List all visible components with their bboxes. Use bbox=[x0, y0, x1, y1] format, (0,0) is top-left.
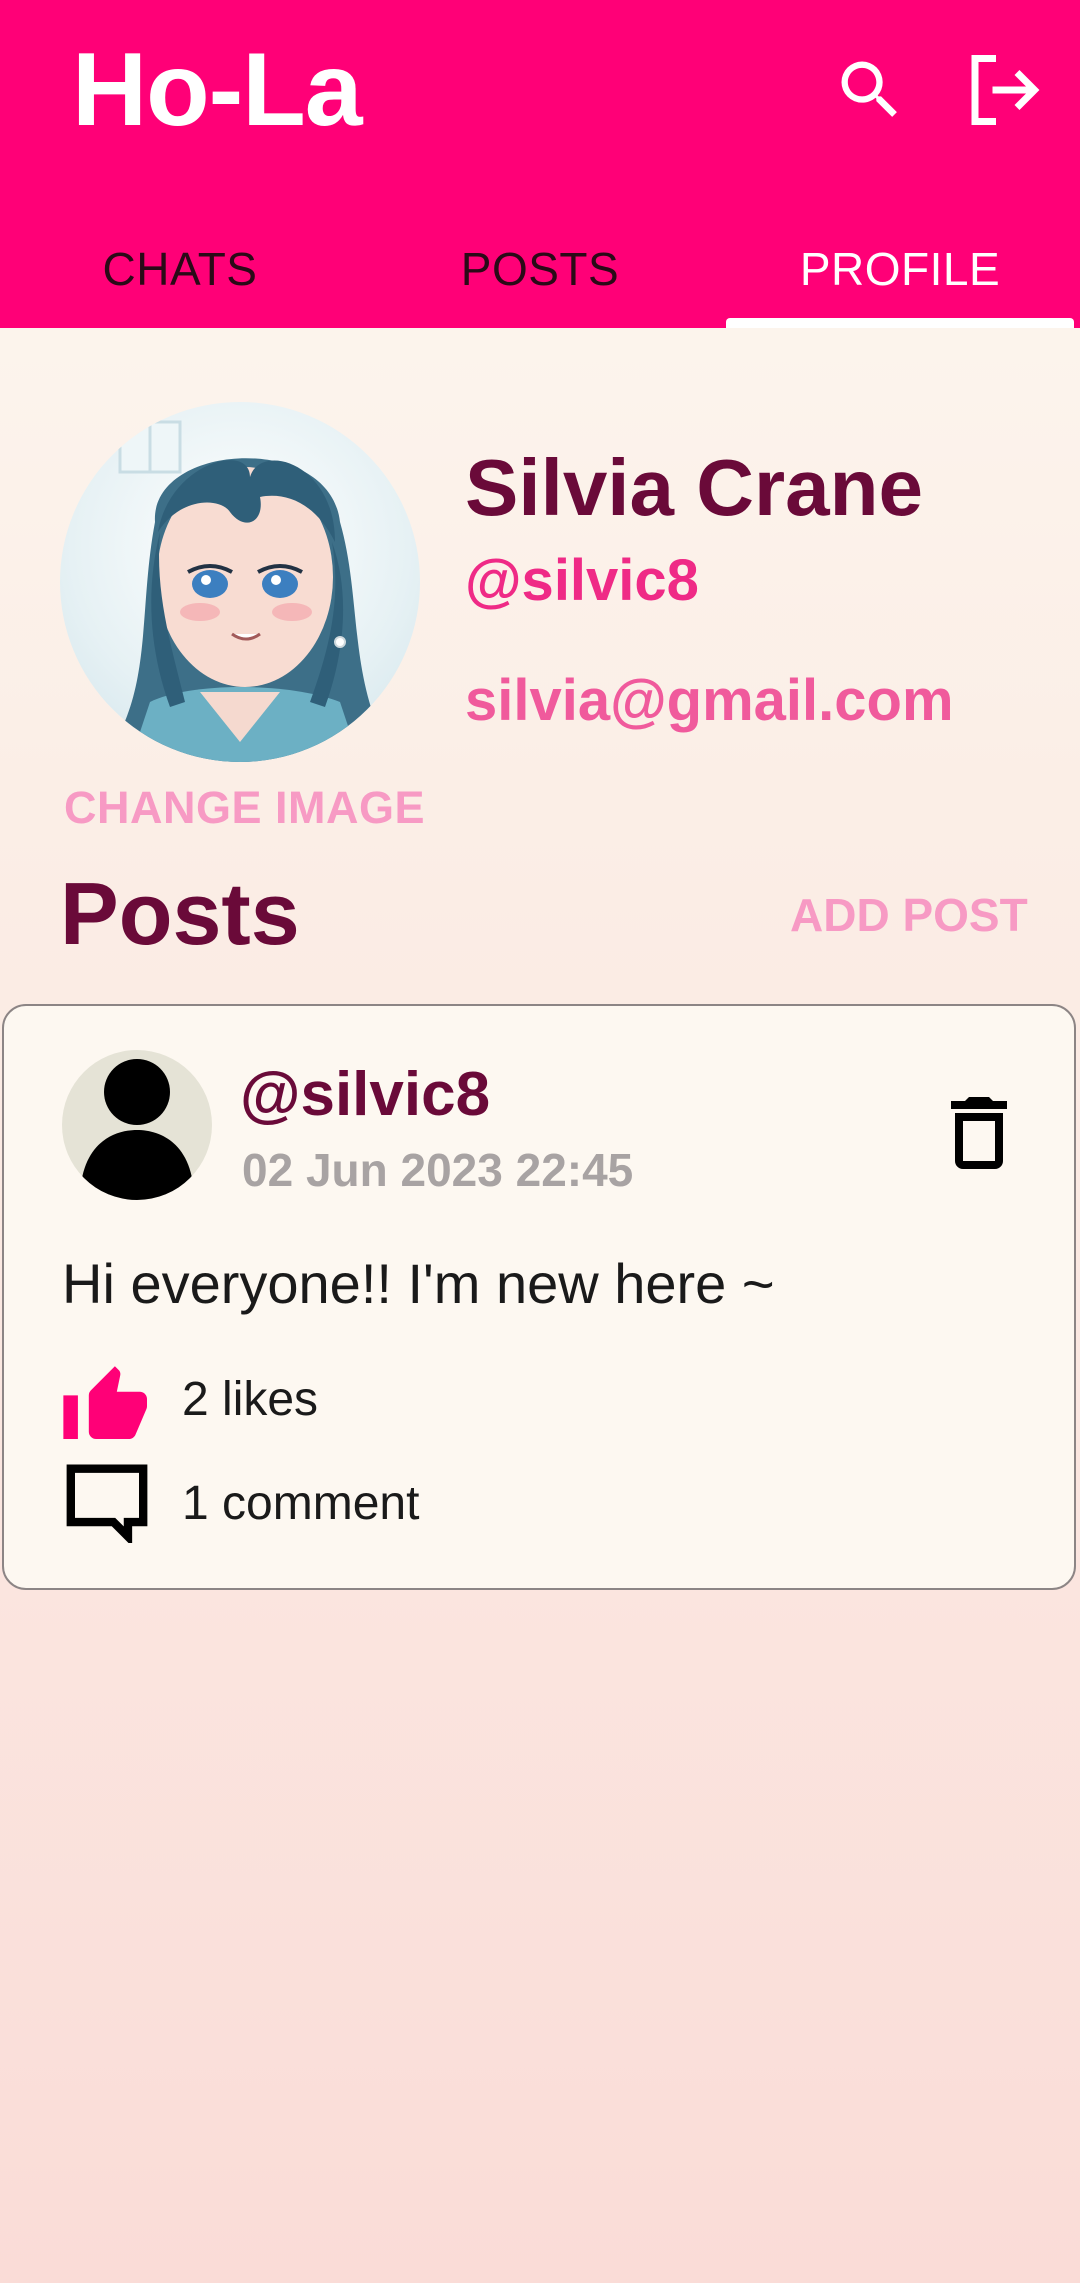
profile-email: silvia@gmail.com bbox=[465, 668, 954, 733]
tab-profile[interactable]: PROFILE bbox=[720, 210, 1080, 328]
logout-icon bbox=[971, 55, 1040, 125]
posts-heading: Posts bbox=[60, 864, 300, 963]
logout-button[interactable] bbox=[955, 42, 1051, 138]
tab-posts[interactable]: POSTS bbox=[360, 210, 720, 328]
trash-icon bbox=[951, 1097, 1007, 1169]
tab-bar: CHATS POSTS PROFILE bbox=[0, 210, 1080, 328]
app-bar: Ho-La CHATS POSTS PROFILE bbox=[0, 0, 1080, 328]
post-author-avatar bbox=[62, 1050, 212, 1200]
profile-avatar bbox=[60, 402, 420, 762]
profile-handle: @silvic8 bbox=[465, 548, 699, 613]
thumbs-up-icon bbox=[63, 1366, 148, 1439]
comment-icon bbox=[66, 1464, 148, 1543]
app-title: Ho-La bbox=[72, 32, 363, 148]
profile-portrait-image bbox=[118, 420, 380, 762]
post-timestamp: 02 Jun 2023 22:45 bbox=[242, 1144, 634, 1196]
like-button[interactable] bbox=[62, 1354, 152, 1444]
search-icon bbox=[841, 61, 897, 117]
comment-row: 1 comment bbox=[62, 1458, 419, 1548]
like-row: 2 likes bbox=[62, 1354, 318, 1444]
likes-count: 2 likes bbox=[182, 1372, 319, 1426]
comments-count: 1 comment bbox=[182, 1476, 420, 1530]
comment-button[interactable] bbox=[62, 1458, 152, 1548]
active-tab-indicator bbox=[726, 318, 1074, 328]
search-button[interactable] bbox=[822, 42, 918, 138]
post-card[interactable]: @silvic8 02 Jun 2023 22:45 Hi everyone!!… bbox=[2, 1004, 1076, 1590]
change-image-button[interactable]: CHANGE IMAGE bbox=[64, 782, 425, 834]
post-body-text: Hi everyone!! I'm new here ~ bbox=[62, 1252, 775, 1315]
profile-name: Silvia Crane bbox=[465, 443, 924, 532]
delete-post-button[interactable] bbox=[924, 1078, 1034, 1188]
tab-chats[interactable]: CHATS bbox=[0, 210, 360, 328]
user-silhouette-icon bbox=[80, 1059, 194, 1200]
post-author-handle: @silvic8 bbox=[240, 1060, 491, 1129]
add-post-button[interactable]: ADD POST bbox=[790, 888, 1028, 942]
